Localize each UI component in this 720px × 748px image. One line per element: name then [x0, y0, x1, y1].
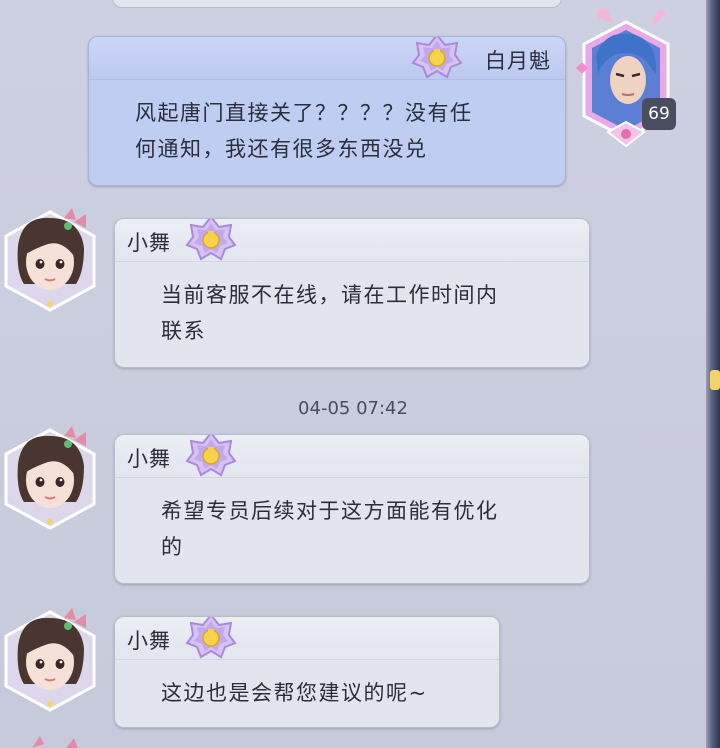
message-bubble-other: 小舞 希望专员后续对于这方面能有优化 的: [114, 434, 590, 584]
message-header: 小舞: [115, 219, 589, 262]
message-bubble-mine: 白月魁 风起唐门直接关了？？？？没有任 何通知，我还有很多东西没兑: [88, 36, 566, 186]
avatar-frame-icon: [576, 8, 670, 148]
sender-name: 小舞: [127, 231, 171, 255]
my-avatar[interactable]: 69: [568, 4, 684, 154]
message-text: 当前客服不在线，请在工作时间内 联系: [161, 283, 499, 343]
side-panel-edge: [706, 0, 720, 748]
sender-name: 小舞: [127, 629, 171, 653]
xiaowu-avatar-partial: [32, 736, 78, 748]
message-text: 风起唐门直接关了？？？？没有任 何通知，我还有很多东西没兑: [135, 101, 473, 161]
message-header: 白月魁: [89, 37, 565, 80]
message-text: 这边也是会帮您建议的呢~: [161, 681, 428, 705]
sender-name: 小舞: [127, 447, 171, 471]
message-bubble-other: 小舞 当前客服不在线，请在工作时间内 联系: [114, 218, 590, 368]
rank-badge-icon: [186, 435, 236, 476]
rank-badge-icon: [186, 617, 236, 658]
message-header: 小舞: [115, 435, 589, 478]
chat-area[interactable]: 白月魁 风起唐门直接关了？？？？没有任 何通知，我还有很多东西没兑 69 小舞: [0, 0, 706, 748]
sender-name: 白月魁: [485, 49, 551, 73]
rank-badge-icon: [186, 219, 236, 260]
message-bubble-other: 小舞 这边也是会帮您建议的呢~: [114, 616, 500, 728]
message-timestamp: 04-05 07:42: [298, 398, 408, 419]
level-badge: 69: [642, 98, 676, 130]
xiaowu-avatar[interactable]: [2, 606, 98, 716]
xiaowu-avatar[interactable]: [2, 424, 98, 534]
xiaowu-avatar[interactable]: [2, 206, 98, 316]
previous-message-bubble: [112, 0, 562, 8]
message-header: 小舞: [115, 617, 499, 660]
message-text: 希望专员后续对于这方面能有优化 的: [161, 499, 499, 559]
rank-badge-icon: [412, 37, 462, 78]
